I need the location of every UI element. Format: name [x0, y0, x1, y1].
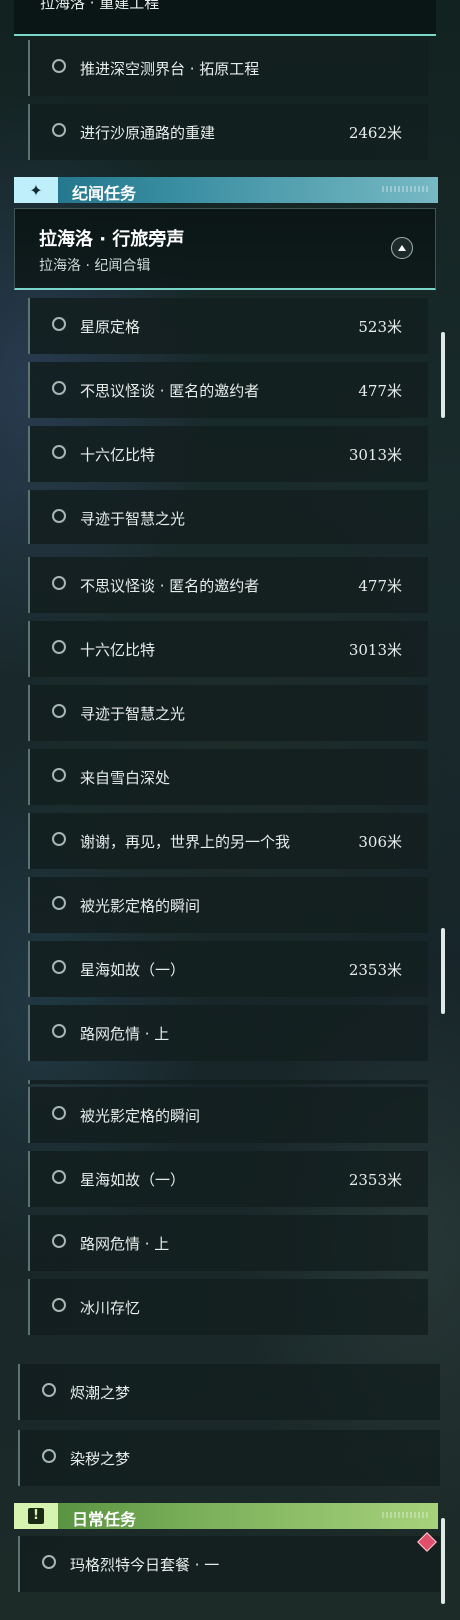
- task-distance: 2462米: [348, 124, 402, 142]
- task-row[interactable]: 谢谢，再见，世界上的另一个我 306米: [28, 813, 428, 869]
- status-circle-icon: [52, 1024, 66, 1038]
- status-circle-icon: [52, 381, 66, 395]
- status-circle-icon: [52, 768, 66, 782]
- exclamation-icon: !: [14, 1503, 58, 1529]
- status-circle-icon: [42, 1449, 56, 1463]
- section-decoration: [382, 1512, 428, 1518]
- section-decoration: [382, 186, 428, 192]
- group-header-partial-title: 拉海洛 · 重建工程: [40, 0, 160, 12]
- task-title: 路网危情 · 上: [80, 1235, 170, 1253]
- status-circle-icon: [52, 832, 66, 846]
- group-subtitle: 拉海洛 · 纪闻合辑: [39, 258, 151, 274]
- task-title: 染秽之梦: [70, 1450, 131, 1468]
- task-row[interactable]: 染秽之梦: [18, 1430, 440, 1486]
- status-circle-icon: [52, 59, 66, 73]
- status-circle-icon: [52, 576, 66, 590]
- quest-list-panel-1: 拉海洛 · 重建工程 推进深空测界台 · 拓原工程 进行沙原通路的重建 2462…: [0, 0, 460, 540]
- task-title: 星海如故（一）: [80, 961, 186, 979]
- task-title: 不思议怪谈 · 匿名的邀约者: [80, 382, 260, 400]
- task-row[interactable]: 推进深空测界台 · 拓原工程: [28, 40, 428, 96]
- task-row[interactable]: 冰川存忆: [28, 1279, 428, 1335]
- sparkle-icon: ✦: [14, 177, 58, 203]
- status-circle-icon: [52, 123, 66, 137]
- task-distance: 477米: [358, 382, 402, 400]
- collapse-button[interactable]: [391, 237, 413, 259]
- task-row[interactable]: [28, 1080, 428, 1084]
- task-title: 进行沙原通路的重建: [80, 124, 216, 142]
- task-title: 星海如故（一）: [80, 1171, 186, 1189]
- task-row[interactable]: 星海如故（一） 2353米: [28, 1151, 428, 1207]
- status-circle-icon: [52, 960, 66, 974]
- status-circle-icon: [52, 640, 66, 654]
- section-bar-story-quests: ✦ 纪闻任务: [14, 177, 438, 203]
- section-label: 日常任务: [72, 1510, 137, 1529]
- task-row[interactable]: 寻迹于智慧之光: [28, 685, 428, 741]
- group-title: 拉海洛 · 行旅旁声: [39, 229, 185, 250]
- status-circle-icon: [52, 509, 66, 523]
- task-distance: 477米: [358, 577, 402, 595]
- task-title: 被光影定格的瞬间: [80, 897, 201, 915]
- task-distance: 3013米: [348, 641, 402, 659]
- status-circle-icon: [52, 1298, 66, 1312]
- task-row[interactable]: 十六亿比特 3013米: [28, 426, 428, 482]
- task-row[interactable]: 被光影定格的瞬间: [28, 1087, 428, 1143]
- quest-list-panel-3: 被光影定格的瞬间 星海如故（一） 2353米 路网危情 · 上 冰川存忆 烬潮之…: [0, 1080, 460, 1620]
- task-title: 来自雪白深处: [80, 769, 171, 787]
- quest-list-panel-2: 不思议怪谈 · 匿名的邀约者 477米 十六亿比特 3013米 寻迹于智慧之光 …: [0, 540, 460, 1080]
- group-header-partial: 拉海洛 · 重建工程: [14, 0, 436, 36]
- task-title: 烬潮之梦: [70, 1384, 131, 1402]
- task-row[interactable]: 路网危情 · 上: [28, 1005, 428, 1061]
- task-row[interactable]: 被光影定格的瞬间: [28, 877, 428, 933]
- quest-group-card[interactable]: 拉海洛 · 行旅旁声 拉海洛 · 纪闻合辑: [14, 208, 436, 290]
- status-circle-icon: [52, 317, 66, 331]
- scrollbar[interactable]: [441, 1518, 445, 1604]
- task-distance: 523米: [358, 318, 402, 336]
- task-row[interactable]: 玛格烈特今日套餐 · 一: [18, 1536, 440, 1592]
- task-distance: 2353米: [348, 1171, 402, 1189]
- status-circle-icon: [52, 704, 66, 718]
- task-row[interactable]: [28, 540, 428, 544]
- task-row[interactable]: 来自雪白深处: [28, 749, 428, 805]
- status-circle-icon: [52, 445, 66, 459]
- status-circle-icon: [52, 1170, 66, 1184]
- task-row[interactable]: 不思议怪谈 · 匿名的邀约者 477米: [28, 557, 428, 613]
- task-distance: 2353米: [348, 961, 402, 979]
- chevron-up-icon: [398, 245, 406, 251]
- status-circle-icon: [42, 1555, 56, 1569]
- status-circle-icon: [52, 1234, 66, 1248]
- task-row[interactable]: 十六亿比特 3013米: [28, 621, 428, 677]
- task-distance: 306米: [358, 833, 402, 851]
- task-title: 寻迹于智慧之光: [80, 705, 186, 723]
- section-bar-daily-quests: ! 日常任务: [14, 1503, 438, 1529]
- task-row[interactable]: 进行沙原通路的重建 2462米: [28, 104, 428, 160]
- task-title: 推进深空测界台 · 拓原工程: [80, 60, 260, 78]
- task-title: 被光影定格的瞬间: [80, 1107, 201, 1125]
- task-row[interactable]: 星原定格 523米: [28, 298, 428, 354]
- task-row[interactable]: 烬潮之梦: [18, 1364, 440, 1420]
- scrollbar[interactable]: [441, 928, 445, 1014]
- section-label: 纪闻任务: [72, 184, 137, 203]
- task-title: 谢谢，再见，世界上的另一个我: [80, 833, 291, 851]
- task-row[interactable]: 不思议怪谈 · 匿名的邀约者 477米: [28, 362, 428, 418]
- task-title: 路网危情 · 上: [80, 1025, 170, 1043]
- status-circle-icon: [52, 896, 66, 910]
- status-circle-icon: [42, 1383, 56, 1397]
- status-circle-icon: [52, 1106, 66, 1120]
- scrollbar[interactable]: [441, 332, 445, 418]
- task-row[interactable]: 路网危情 · 上: [28, 1215, 428, 1271]
- task-title: 星原定格: [80, 318, 141, 336]
- task-title: 冰川存忆: [80, 1299, 141, 1317]
- task-title: 十六亿比特: [80, 641, 156, 659]
- task-distance: 3013米: [348, 446, 402, 464]
- task-title: 不思议怪谈 · 匿名的邀约者: [80, 577, 260, 595]
- task-title: 寻迹于智慧之光: [80, 510, 186, 528]
- task-title: 玛格烈特今日套餐 · 一: [70, 1556, 220, 1574]
- task-row[interactable]: 寻迹于智慧之光: [28, 490, 428, 540]
- task-row[interactable]: 星海如故（一） 2353米: [28, 941, 428, 997]
- task-title: 十六亿比特: [80, 446, 156, 464]
